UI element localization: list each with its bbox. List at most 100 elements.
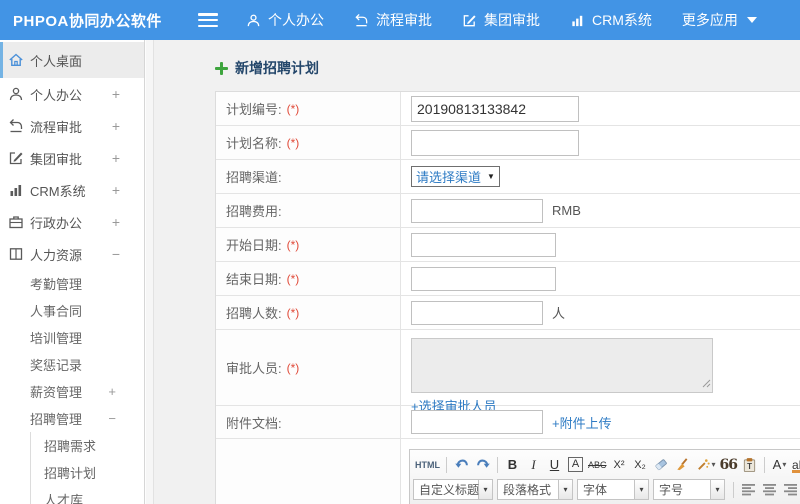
custom-title-dropdown[interactable]: 自定义标题 ▾ <box>413 479 493 500</box>
paragraph-format-dropdown[interactable]: 段落格式 ▾ <box>497 479 573 500</box>
field-label: 开始日期: <box>226 238 282 253</box>
start-date-input[interactable] <box>411 232 556 257</box>
topnav-more-apps[interactable]: 更多应用 <box>682 10 757 30</box>
expand-icon[interactable]: + <box>110 118 122 134</box>
sidebar-item-salary[interactable]: 薪资管理 + <box>0 378 144 405</box>
expand-icon[interactable]: + <box>110 86 122 102</box>
form-row-cost: 招聘费用: RMB <box>216 194 800 228</box>
approver-textarea[interactable] <box>411 338 713 393</box>
sidebar-item-recruit-demand[interactable]: 招聘需求 <box>31 432 144 459</box>
sidebar-label: 招聘需求 <box>44 439 97 454</box>
field-label: 计划编号: <box>226 102 282 117</box>
sidebar-item-talent-pool[interactable]: 人才库 <box>31 486 144 504</box>
topnav-workflow-approval[interactable]: 流程审批 <box>354 10 432 30</box>
user-icon <box>9 87 23 101</box>
sidebar-scrollbar[interactable] <box>145 40 154 504</box>
recruitment-submenu: 招聘需求 招聘计划 人才库 <box>30 432 144 504</box>
sidebar-label: CRM系统 <box>30 183 86 199</box>
hamburger-menu-icon[interactable] <box>198 13 218 27</box>
align-center-icon <box>763 484 776 496</box>
format-brush-button[interactable] <box>672 454 693 475</box>
underline-button[interactable]: U <box>544 454 565 475</box>
clipboard-icon: T <box>743 457 756 472</box>
sidebar-item-personal-office[interactable]: 个人办公 + <box>0 78 144 110</box>
caret-down-icon[interactable]: ▾ <box>635 479 649 500</box>
align-center-button[interactable] <box>759 479 780 500</box>
required-mark: (*) <box>286 271 300 286</box>
caret-down-icon[interactable]: ▾ <box>711 479 725 500</box>
font-family-dropdown[interactable]: 字体 ▾ <box>577 479 649 500</box>
field-label: 附件文档: <box>226 415 282 431</box>
sidebar-item-personal-desktop[interactable]: 个人桌面 <box>0 42 144 78</box>
sidebar-item-workflow-approval[interactable]: 流程审批 + <box>0 110 144 142</box>
app-logo[interactable]: PHPOA协同办公软件 <box>0 10 178 31</box>
topnav-group-approval[interactable]: 集团审批 <box>462 10 540 30</box>
expand-icon[interactable]: + <box>108 384 116 399</box>
eraser-button[interactable] <box>651 454 672 475</box>
sidebar-label: 个人办公 <box>30 87 83 103</box>
form-row-plan-name: 计划名称: (*) <box>216 126 800 160</box>
sidebar-item-hr-contract[interactable]: 人事合同 <box>0 297 144 324</box>
dropdown-value: 字体 <box>577 479 635 500</box>
caret-down-icon: ▼ <box>487 172 495 181</box>
attachment-upload-link[interactable]: +附件上传 <box>552 413 612 432</box>
workflow-icon <box>355 13 368 26</box>
strikethrough-button[interactable]: ABC <box>586 454 609 475</box>
edit-square-icon <box>9 152 23 165</box>
add-icon <box>215 61 228 75</box>
form-row-start-date: 开始日期: (*) <box>216 228 800 262</box>
font-size-dropdown[interactable]: 字号 ▾ <box>653 479 725 500</box>
resize-handle-icon[interactable] <box>702 379 711 388</box>
topnav-personal-office[interactable]: 个人办公 <box>246 10 324 30</box>
redo-button[interactable] <box>472 454 493 475</box>
align-left-button[interactable] <box>738 479 759 500</box>
auto-format-button[interactable]: ▾ <box>693 454 718 475</box>
expand-icon[interactable]: − <box>108 411 116 426</box>
sidebar-item-human-resources[interactable]: 人力资源 − <box>0 238 144 270</box>
plan-name-input[interactable] <box>411 129 579 156</box>
sidebar-item-attendance[interactable]: 考勤管理 <box>0 270 144 297</box>
font-color-button[interactable]: A ▾ <box>769 454 790 475</box>
align-right-button[interactable] <box>780 479 800 500</box>
expand-icon[interactable]: + <box>110 214 122 230</box>
paste-text-button[interactable]: T <box>739 454 760 475</box>
book-icon <box>9 248 23 260</box>
expand-icon[interactable]: − <box>110 246 122 262</box>
form-row-end-date: 结束日期: (*) <box>216 262 800 296</box>
bold-button[interactable]: B <box>502 454 523 475</box>
subscript-button[interactable]: X₂ <box>630 454 651 475</box>
sidebar-item-recruitment[interactable]: 招聘管理 − <box>0 405 144 432</box>
topnav-crm-system[interactable]: CRM系统 <box>570 10 652 30</box>
required-mark: (*) <box>286 101 300 116</box>
sidebar-item-rewards[interactable]: 奖惩记录 <box>0 351 144 378</box>
italic-button[interactable]: I <box>523 454 544 475</box>
sidebar-label: 个人桌面 <box>30 53 83 69</box>
text-border-button[interactable]: A <box>568 457 583 472</box>
expand-icon[interactable]: + <box>110 150 122 166</box>
blockquote-button[interactable]: 66 <box>718 454 739 475</box>
caret-down-icon[interactable]: ▾ <box>479 479 493 500</box>
sidebar-item-crm-system[interactable]: CRM系统 + <box>0 174 144 206</box>
sidebar-item-admin-office[interactable]: 行政办公 + <box>0 206 144 238</box>
caret-down-icon[interactable]: ▾ <box>559 479 573 500</box>
highlight-color-button[interactable]: ab▾ <box>790 454 800 475</box>
headcount-input[interactable] <box>411 300 543 325</box>
undo-button[interactable] <box>451 454 472 475</box>
sidebar-item-group-approval[interactable]: 集团审批 + <box>0 142 144 174</box>
sidebar-item-training[interactable]: 培训管理 <box>0 324 144 351</box>
required-mark: (*) <box>286 135 300 150</box>
briefcase-icon <box>9 216 23 229</box>
cost-input[interactable] <box>411 198 543 223</box>
eraser-icon <box>655 459 667 471</box>
bar-chart-icon <box>572 15 583 26</box>
plan-number-input[interactable] <box>411 95 579 122</box>
channel-select[interactable]: 请选择渠道 ▼ <box>411 166 500 187</box>
form-row-channel: 招聘渠道: 请选择渠道 ▼ <box>216 160 800 194</box>
field-label: 审批人员: <box>226 361 282 376</box>
superscript-button[interactable]: X² <box>609 454 630 475</box>
sidebar-item-recruit-plan[interactable]: 招聘计划 <box>31 459 144 486</box>
expand-icon[interactable]: + <box>110 182 122 198</box>
end-date-input[interactable] <box>411 266 556 291</box>
attachment-input[interactable] <box>411 410 543 434</box>
source-code-button[interactable]: HTML <box>413 454 442 475</box>
